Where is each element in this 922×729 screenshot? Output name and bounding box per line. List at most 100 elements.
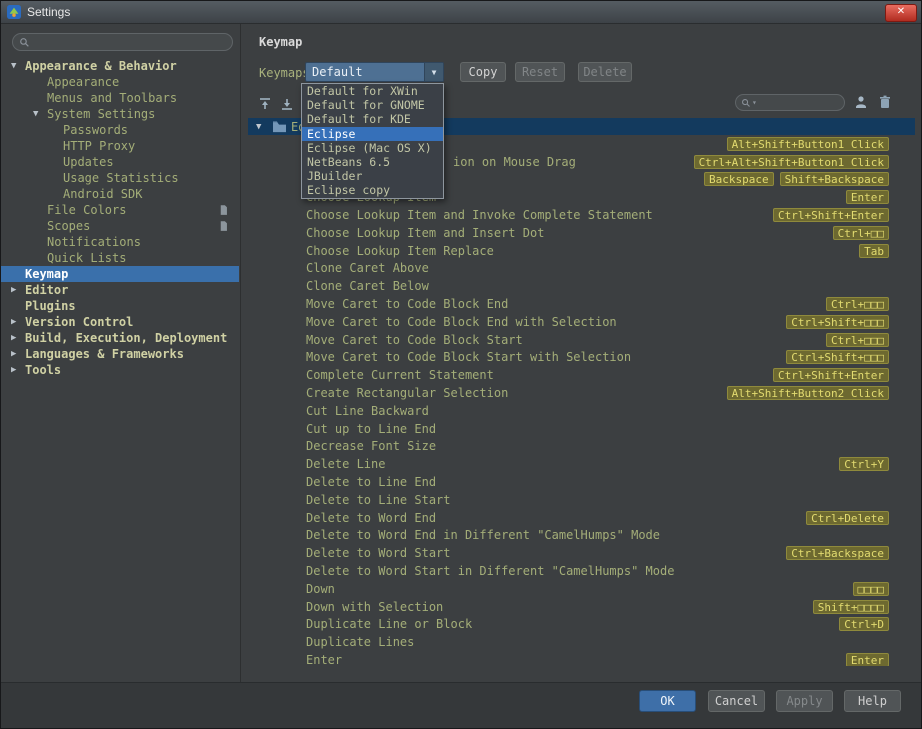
sidebar-item-quick-lists[interactable]: Quick Lists xyxy=(1,250,239,266)
sidebar-item-usage-statistics[interactable]: Usage Statistics xyxy=(1,170,239,186)
sidebar-item-label: Languages & Frameworks xyxy=(25,347,184,361)
sidebar-item-notifications[interactable]: Notifications xyxy=(1,234,239,250)
delete-button[interactable]: Delete xyxy=(578,62,632,82)
actions-search-input[interactable] xyxy=(757,95,839,110)
sidebar-item-editor[interactable]: ▶Editor xyxy=(1,282,239,298)
shortcut-badge: Ctrl+Shift+□□□ xyxy=(786,350,889,364)
tree-collapsed-icon[interactable]: ▶ xyxy=(11,317,25,327)
action-row[interactable]: Cut up to Line End xyxy=(248,420,915,438)
action-row[interactable]: Move Caret to Code Block End with Select… xyxy=(248,313,915,331)
sidebar-item-updates[interactable]: Updates xyxy=(1,154,239,170)
sidebar-item-android-sdk[interactable]: Android SDK xyxy=(1,186,239,202)
action-row[interactable]: Create Rectangular SelectionAlt+Shift+Bu… xyxy=(248,384,915,402)
sidebar-item-label: Editor xyxy=(25,283,68,297)
action-row[interactable]: EnterEnter xyxy=(248,651,915,666)
action-row[interactable]: Down with SelectionShift+□□□□ xyxy=(248,598,915,616)
action-row[interactable]: Delete to Word EndCtrl+Delete xyxy=(248,509,915,527)
expand-all-icon[interactable] xyxy=(257,96,273,112)
action-row[interactable]: Cut Line Backward xyxy=(248,402,915,420)
tree-collapsed-icon[interactable]: ▶ xyxy=(11,285,25,295)
action-row[interactable]: Complete Current StatementCtrl+Shift+Ent… xyxy=(248,366,915,384)
dropdown-option-eclipse-mac-os-x[interactable]: Eclipse (Mac OS X) xyxy=(302,141,443,155)
keymap-combobox[interactable]: Default ▼ xyxy=(305,62,444,82)
delete-icon[interactable] xyxy=(877,94,893,110)
sidebar-item-system-settings[interactable]: ▼System Settings xyxy=(1,106,239,122)
tree-collapsed-icon[interactable]: ▶ xyxy=(11,365,25,375)
tree-expanded-icon[interactable]: ▼ xyxy=(33,109,47,119)
shortcut-badge: Shift+□□□□ xyxy=(813,600,889,614)
action-label: Delete to Line End xyxy=(306,475,436,489)
cancel-button[interactable]: Cancel xyxy=(708,690,765,712)
action-row[interactable]: Move Caret to Code Block StartCtrl+□□□ xyxy=(248,331,915,349)
dropdown-option-eclipse[interactable]: Eclipse xyxy=(302,127,443,141)
tree-expanded-icon[interactable]: ▼ xyxy=(11,61,25,71)
sidebar-item-label: Notifications xyxy=(47,235,141,249)
action-row[interactable]: Choose Lookup Item and Insert DotCtrl+□□ xyxy=(248,224,915,242)
action-row[interactable]: Delete to Line End xyxy=(248,473,915,491)
sidebar-item-version-control[interactable]: ▶Version Control xyxy=(1,314,239,330)
shortcut-badge: □□□□ xyxy=(853,582,890,596)
sidebar-search-box[interactable] xyxy=(12,33,233,51)
shortcut-badge: Enter xyxy=(846,190,889,204)
sidebar-item-plugins[interactable]: Plugins xyxy=(1,298,239,314)
action-row[interactable]: Duplicate Lines xyxy=(248,633,915,651)
dropdown-option-default-for-gnome[interactable]: Default for GNOME xyxy=(302,98,443,112)
sidebar-item-scopes[interactable]: Scopes xyxy=(1,218,239,234)
dropdown-option-jbuilder[interactable]: JBuilder xyxy=(302,169,443,183)
action-row[interactable]: Move Caret to Code Block Start with Sele… xyxy=(248,349,915,367)
action-row[interactable]: Delete to Word StartCtrl+Backspace xyxy=(248,544,915,562)
dropdown-option-eclipse-copy[interactable]: Eclipse copy xyxy=(302,183,443,197)
shortcut-badge: Alt+Shift+Button1 Click xyxy=(727,137,889,151)
action-row[interactable]: Delete to Word End in Different "CamelHu… xyxy=(248,527,915,545)
sidebar-item-appearance[interactable]: Appearance xyxy=(1,74,239,90)
action-row[interactable]: Clone Caret Above xyxy=(248,260,915,278)
sidebar-item-appearance-behavior[interactable]: ▼Appearance & Behavior xyxy=(1,58,239,74)
sidebar-item-label: Usage Statistics xyxy=(63,171,179,185)
sidebar-item-build-execution-deployment[interactable]: ▶Build, Execution, Deployment xyxy=(1,330,239,346)
tree-collapsed-icon[interactable]: ▶ xyxy=(11,349,25,359)
shortcut-badge: Ctrl+□□ xyxy=(833,226,889,240)
action-row[interactable]: Move Caret to Code Block EndCtrl+□□□ xyxy=(248,295,915,313)
sidebar-item-label: Passwords xyxy=(63,123,128,137)
sidebar-item-menus-and-toolbars[interactable]: Menus and Toolbars xyxy=(1,90,239,106)
action-row[interactable]: Delete LineCtrl+Y xyxy=(248,455,915,473)
action-row[interactable]: Decrease Font Size xyxy=(248,438,915,456)
find-by-shortcut-icon[interactable] xyxy=(853,94,869,110)
shortcut-badges: Ctrl+Y xyxy=(839,457,889,471)
actions-search-box[interactable]: ▾ xyxy=(735,94,845,111)
keymap-combobox-value: Default xyxy=(306,65,424,79)
action-row[interactable]: Clone Caret Below xyxy=(248,277,915,295)
shortcut-badges: Ctrl+Shift+□□□ xyxy=(786,350,889,364)
ok-button[interactable]: OK xyxy=(639,690,696,712)
apply-button[interactable]: Apply xyxy=(776,690,833,712)
shortcut-badge: Shift+Backspace xyxy=(780,172,889,186)
dropdown-option-default-for-xwin[interactable]: Default for XWin xyxy=(302,84,443,98)
shortcut-badge: Ctrl+Delete xyxy=(806,511,889,525)
action-row[interactable]: Down□□□□ xyxy=(248,580,915,598)
dropdown-option-netbeans-6-5[interactable]: NetBeans 6.5 xyxy=(302,155,443,169)
reset-button[interactable]: Reset xyxy=(515,62,565,82)
chevron-down-icon[interactable]: ▼ xyxy=(424,63,443,81)
dropdown-option-default-for-kde[interactable]: Default for KDE xyxy=(302,112,443,126)
sidebar-item-tools[interactable]: ▶Tools xyxy=(1,362,239,378)
titlebar[interactable]: Settings ✕ xyxy=(1,1,921,24)
sidebar-search-input[interactable] xyxy=(34,35,226,50)
sidebar-item-file-colors[interactable]: File Colors xyxy=(1,202,239,218)
close-button[interactable]: ✕ xyxy=(885,4,917,22)
sidebar-item-passwords[interactable]: Passwords xyxy=(1,122,239,138)
action-row[interactable]: Duplicate Line or BlockCtrl+D xyxy=(248,616,915,634)
shortcut-badges: Ctrl+Shift+□□□ xyxy=(786,315,889,329)
sidebar-item-http-proxy[interactable]: HTTP Proxy xyxy=(1,138,239,154)
action-row[interactable]: Delete to Word Start in Different "Camel… xyxy=(248,562,915,580)
action-row[interactable]: Choose Lookup Item and Invoke Complete S… xyxy=(248,206,915,224)
tree-collapsed-icon[interactable]: ▶ xyxy=(11,333,25,343)
help-button[interactable]: Help xyxy=(844,690,901,712)
collapse-all-icon[interactable] xyxy=(279,96,295,112)
action-row[interactable]: Delete to Line Start xyxy=(248,491,915,509)
sidebar-item-keymap[interactable]: Keymap xyxy=(1,266,239,282)
shortcut-badges: Ctrl+Alt+Shift+Button1 Click xyxy=(694,155,889,169)
copy-button[interactable]: Copy xyxy=(460,62,506,82)
sidebar-item-languages-frameworks[interactable]: ▶Languages & Frameworks xyxy=(1,346,239,362)
tree-expanded-icon[interactable]: ▼ xyxy=(248,122,270,132)
action-row[interactable]: Choose Lookup Item ReplaceTab xyxy=(248,242,915,260)
